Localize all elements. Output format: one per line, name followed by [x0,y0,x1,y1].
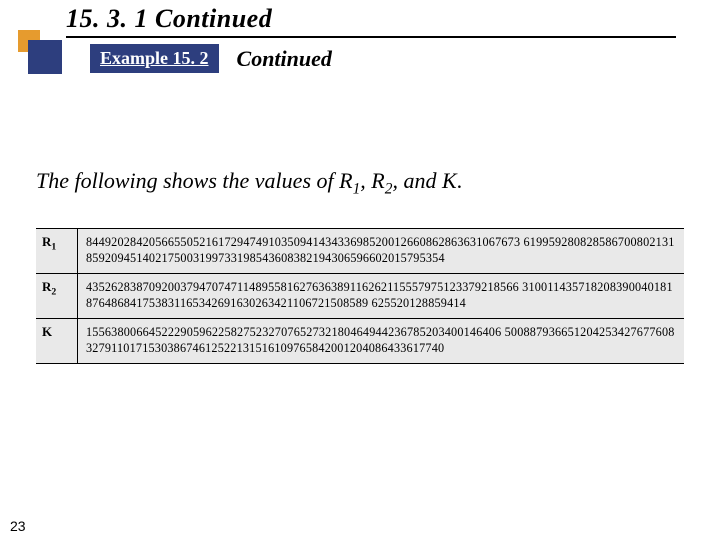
label-sub: 1 [51,242,56,253]
intro-prefix: The following shows the values of [36,168,339,193]
example-badge: Example 15. 2 [90,44,219,73]
row-label-r2: R2 [36,274,78,318]
values-table: R1 8449202842056655052161729474910350941… [36,228,684,364]
var-r2: R [371,168,384,193]
label-main: R [42,279,51,294]
row-value-r1: 8449202842056655052161729474910350941434… [78,229,684,273]
var-k: K [442,168,457,193]
intro-sentence: The following shows the values of R1, R2… [36,168,462,198]
label-sub: 2 [51,287,56,298]
sep2: , and [392,168,442,193]
row-value-k: 1556380066452229059622582752327076527321… [78,319,684,363]
page-number: 23 [10,518,26,534]
example-header-row: Example 15. 2 Continued [90,44,332,73]
row-label-r1: R1 [36,229,78,273]
slide-corner-decoration [18,30,66,78]
section-number: 15. 3. 1 [66,4,148,33]
table-row: R2 4352628387092003794707471148955816276… [36,273,684,318]
label-main: K [42,324,52,339]
section-suffix: Continued [155,4,272,33]
example-continued-label: Continued [237,46,332,72]
table-row: K 15563800664522290596225827523270765273… [36,318,684,363]
var-r1: R [339,168,352,193]
sep1: , [360,168,371,193]
deco-square-blue [28,40,62,74]
row-value-r2: 4352628387092003794707471148955816276363… [78,274,684,318]
intro-suffix: . [457,168,463,193]
row-label-k: K [36,319,78,363]
label-main: R [42,234,51,249]
section-title: 15. 3. 1 Continued [66,4,676,38]
table-row: R1 8449202842056655052161729474910350941… [36,229,684,273]
